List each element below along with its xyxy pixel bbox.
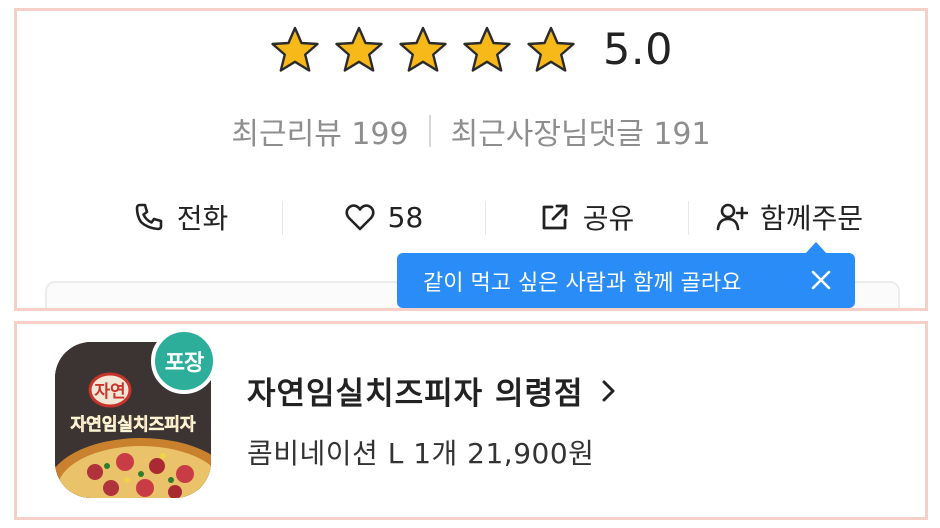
close-icon[interactable]: [809, 268, 833, 292]
add-user-icon: [716, 203, 748, 231]
call-label: 전화: [176, 202, 229, 235]
like-count: 58: [387, 200, 424, 234]
star-rating: [269, 25, 577, 75]
group-order-button[interactable]: 함께주문: [688, 187, 891, 247]
store-order-panel: 자연 자연임실치즈피자 포장 자연임실치즈피자 의령점 콤비네이션 L 1개 2…: [14, 321, 928, 520]
star-icon: [335, 26, 383, 72]
store-name-link[interactable]: 자연임실치즈피자 의령점: [247, 368, 618, 413]
recent-reviews-count[interactable]: 최근리뷰 199: [231, 109, 408, 153]
owner-replies-count[interactable]: 최근사장님댓글 191: [451, 109, 711, 153]
store-name: 자연임실치즈피자 의령점: [247, 376, 584, 412]
share-button[interactable]: 공유: [485, 187, 688, 247]
star-icon: [463, 26, 511, 72]
store-summary-panel: 5.0 최근리뷰 199 최근사장님댓글 191 전화 58 공유 함께주문 같…: [14, 8, 928, 311]
rating-row: 5.0: [17, 25, 925, 75]
call-button[interactable]: 전화: [79, 187, 282, 247]
rating-value: 5.0: [603, 25, 673, 75]
phone-icon: [135, 203, 163, 231]
star-icon: [527, 26, 575, 72]
order-summary: 콤비네이션 L 1개 21,900원: [247, 437, 595, 470]
counts-divider: [428, 115, 431, 147]
group-order-label: 함께주문: [759, 202, 864, 235]
star-icon: [399, 26, 447, 72]
star-icon: [271, 26, 319, 72]
tooltip-text: 같이 먹고 싶은 사람과 함께 골라요: [423, 270, 742, 296]
chevron-right-icon: [602, 380, 615, 401]
review-counts: 최근리뷰 199 최근사장님댓글 191: [17, 109, 925, 153]
group-order-tooltip[interactable]: 같이 먹고 싶은 사람과 함께 골라요: [397, 242, 855, 308]
action-bar: 전화 58 공유 함께주문: [79, 187, 891, 247]
share-icon: [542, 204, 568, 230]
logo-top-text: 자연: [94, 382, 125, 402]
like-button[interactable]: 58: [282, 187, 485, 247]
logo-brand-text: 자연임실치즈피자: [70, 414, 195, 435]
takeout-badge: 포장: [151, 328, 217, 394]
share-label: 공유: [582, 202, 635, 235]
heart-icon: [345, 204, 375, 231]
